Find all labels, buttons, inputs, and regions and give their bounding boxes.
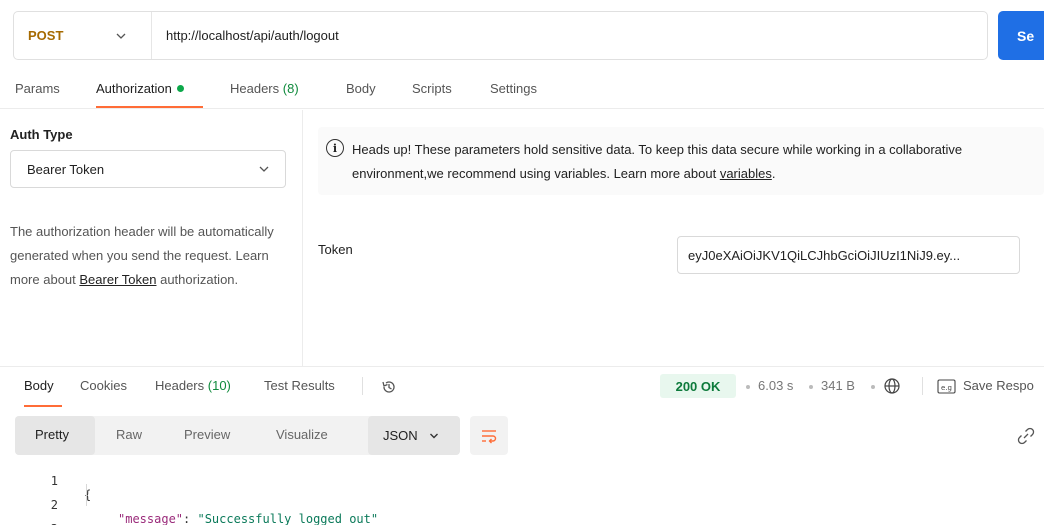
status-badge[interactable]: 200 OK xyxy=(660,374,736,398)
variables-link[interactable]: variables xyxy=(720,166,772,181)
response-tab-test-results[interactable]: Test Results xyxy=(264,378,335,393)
svg-text:e.g: e.g xyxy=(941,384,952,392)
panel-divider xyxy=(302,110,303,366)
wrap-lines-icon xyxy=(482,429,497,443)
auth-description: The authorization header will be automat… xyxy=(10,220,295,292)
save-response-button[interactable]: Save Respo xyxy=(963,378,1034,393)
auth-type-label: Auth Type xyxy=(10,127,73,142)
chevron-down-icon xyxy=(429,433,438,438)
meta-dot xyxy=(746,385,750,389)
code-text: "message": "Successfully logged out" xyxy=(118,512,378,525)
token-label: Token xyxy=(318,242,353,257)
format-raw[interactable]: Raw xyxy=(116,427,142,442)
tab-authorization[interactable]: Authorization xyxy=(96,81,184,96)
chevron-down-icon xyxy=(116,33,126,39)
wrap-lines-button[interactable] xyxy=(470,416,508,455)
auth-type-value: Bearer Token xyxy=(27,161,105,177)
notice-text: Heads up! These parameters hold sensitiv… xyxy=(352,138,1032,195)
code-line: 1 { xyxy=(0,460,91,502)
tab-headers[interactable]: Headers (8) xyxy=(230,81,299,96)
response-divider xyxy=(0,366,1044,367)
response-tab-headers-label: Headers xyxy=(155,378,205,393)
sensitive-data-notice: i Heads up! These parameters hold sensit… xyxy=(318,127,1044,195)
tab-headers-count: (8) xyxy=(282,81,299,96)
notice-body: Heads up! These parameters hold sensitiv… xyxy=(352,142,963,181)
request-tabs: Params Authorization Headers (8) Body Sc… xyxy=(0,73,1044,109)
separator xyxy=(362,377,363,395)
info-icon: i xyxy=(326,139,344,157)
method-select[interactable]: POST xyxy=(14,12,152,59)
method-label: POST xyxy=(28,28,64,43)
response-size[interactable]: 341 B xyxy=(821,378,855,393)
json-value: "Successfully logged out" xyxy=(197,512,379,525)
response-time[interactable]: 6.03 s xyxy=(758,378,793,393)
language-value: JSON xyxy=(383,428,418,443)
tab-headers-label: Headers xyxy=(230,81,280,96)
bearer-token-link[interactable]: Bearer Token xyxy=(79,272,156,287)
format-pretty[interactable]: Pretty xyxy=(35,427,69,442)
send-button[interactable]: Se xyxy=(998,11,1044,60)
response-tab-body[interactable]: Body xyxy=(24,378,54,393)
format-preview[interactable]: Preview xyxy=(184,427,230,442)
link-icon[interactable] xyxy=(1017,427,1035,445)
auth-description-end: authorization. xyxy=(156,272,239,287)
response-active-tab-indicator xyxy=(24,405,62,407)
active-dot-icon xyxy=(176,85,184,92)
tab-body[interactable]: Body xyxy=(346,81,376,96)
code-line: 3 } xyxy=(0,508,58,525)
format-visualize[interactable]: Visualize xyxy=(276,427,328,442)
json-separator: : xyxy=(183,512,198,525)
tab-params[interactable]: Params xyxy=(15,81,60,96)
tab-settings[interactable]: Settings xyxy=(490,81,537,96)
notice-end: . xyxy=(771,166,776,181)
request-bar: POST http://localhost/api/auth/logout xyxy=(13,11,988,60)
language-select[interactable]: JSON xyxy=(368,416,460,455)
response-tab-headers[interactable]: Headers (10) xyxy=(155,378,231,393)
globe-icon[interactable] xyxy=(883,377,901,395)
tab-scripts[interactable]: Scripts xyxy=(412,81,452,96)
tab-authorization-label: Authorization xyxy=(96,81,172,96)
json-key: "message" xyxy=(118,512,184,525)
separator xyxy=(922,377,923,395)
response-tab-cookies[interactable]: Cookies xyxy=(80,378,127,393)
response-tab-headers-count: (10) xyxy=(207,378,231,393)
meta-dot xyxy=(871,385,875,389)
chevron-down-icon xyxy=(259,166,269,172)
code-line: 2 "message": "Successfully logged out" xyxy=(0,484,378,525)
indent-guide xyxy=(86,484,87,506)
url-input[interactable]: http://localhost/api/auth/logout xyxy=(152,28,339,43)
active-tab-indicator xyxy=(96,106,203,108)
history-icon[interactable] xyxy=(380,378,398,396)
save-response-icon: e.g xyxy=(937,379,956,394)
auth-type-select[interactable]: Bearer Token xyxy=(10,150,286,188)
meta-dot xyxy=(809,385,813,389)
token-input[interactable]: eyJ0eXAiOiJKV1QiLCJhbGciOiJIUzI1NiJ9.ey.… xyxy=(677,236,1020,274)
